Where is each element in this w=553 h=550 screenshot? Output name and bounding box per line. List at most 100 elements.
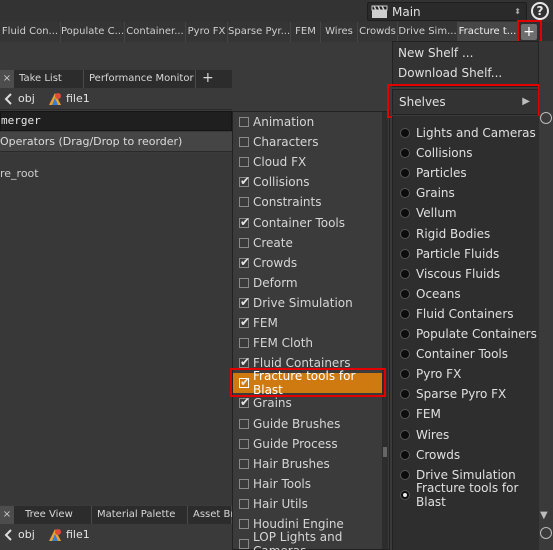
shelf-set-item[interactable]: Grains — [393, 183, 538, 203]
dropdown-arrow-icon[interactable]: ▼ — [540, 510, 548, 521]
checklist-item[interactable]: Constraints — [233, 192, 383, 212]
tab-material-palette[interactable]: Material Palette — [92, 506, 188, 524]
shelf-set-item[interactable]: Populate Containers — [393, 324, 538, 344]
checklist-item[interactable]: Animation — [233, 112, 383, 132]
shelf-tab-active[interactable]: Fracture t... — [458, 22, 518, 42]
checklist-item[interactable]: FEM Cloth — [233, 333, 383, 353]
checkbox-icon[interactable] — [239, 478, 249, 489]
radio-icon[interactable] — [400, 389, 410, 400]
shelf-set-item[interactable]: Rigid Bodies — [393, 224, 538, 244]
shelf-set-item[interactable]: Container Tools — [393, 344, 538, 364]
checkbox-icon[interactable] — [239, 539, 249, 550]
shelf-tab[interactable]: Crowds — [358, 22, 398, 42]
radio-icon[interactable] — [400, 228, 410, 239]
tab-asset-browser[interactable]: Asset Bro — [188, 506, 240, 524]
checkbox-checked-icon[interactable]: ✔ — [239, 175, 250, 188]
shelf-set-item[interactable]: Particles — [393, 163, 538, 183]
help-button[interactable]: ? — [531, 2, 549, 20]
radio-icon[interactable] — [400, 308, 410, 319]
checkbox-icon[interactable] — [239, 338, 249, 349]
radio-icon[interactable] — [400, 329, 410, 339]
shelf-set-item[interactable]: FEM — [393, 404, 538, 424]
shelf-set-item[interactable]: Oceans — [393, 284, 538, 304]
radio-icon[interactable] — [400, 268, 410, 279]
checklist-item[interactable]: ✔ Grains — [233, 393, 383, 413]
shelf-set-item[interactable]: Crowds — [393, 445, 538, 465]
checkbox-icon[interactable] — [239, 418, 249, 429]
radio-icon[interactable] — [400, 429, 410, 440]
checkbox-icon[interactable] — [239, 438, 249, 449]
checkbox-checked-icon[interactable]: ✔ — [239, 356, 250, 369]
checklist-item[interactable]: Cloud FX — [233, 152, 383, 172]
shelf-set-item[interactable]: Fluid Containers — [393, 304, 538, 324]
checklist-item[interactable]: Guide Brushes — [233, 414, 383, 434]
radio-icon[interactable] — [400, 148, 410, 159]
checkbox-icon[interactable] — [239, 498, 249, 509]
new-shelf-menu-item[interactable]: New Shelf ... — [393, 43, 538, 63]
desk-selector[interactable]: Main ⬍ — [367, 2, 527, 21]
radio-icon[interactable] — [400, 349, 410, 360]
shelves-menu-item[interactable]: Shelves ▶ — [392, 89, 539, 115]
settings-circle-icon[interactable] — [540, 112, 552, 124]
radio-icon[interactable] — [400, 128, 410, 138]
shelf-tab[interactable]: Fluid Con... — [0, 22, 61, 42]
checkbox-icon[interactable] — [239, 237, 249, 248]
radio-icon[interactable] — [400, 208, 410, 219]
add-shelf-button[interactable]: + — [521, 24, 537, 40]
checklist-item[interactable]: ✔ Drive Simulation — [233, 293, 383, 313]
operator-search-input[interactable]: merger — [0, 111, 232, 131]
checklist-item[interactable]: ✔ Crowds — [233, 253, 383, 273]
checklist-scrollbar[interactable] — [382, 112, 388, 549]
checklist-item-highlighted[interactable]: ✔ Fracture tools for Blast — [233, 369, 383, 397]
shelf-set-item-selected[interactable]: Fracture tools for Blast — [393, 481, 538, 509]
shelf-tab[interactable]: Wires — [321, 22, 358, 42]
radio-selected-icon[interactable] — [400, 489, 410, 500]
checkbox-checked-icon[interactable]: ✔ — [239, 396, 250, 409]
add-pane-tab-button[interactable]: + — [197, 70, 215, 88]
radio-icon[interactable] — [400, 369, 410, 380]
shelf-set-item[interactable]: Wires — [393, 425, 538, 445]
checklist-item[interactable]: LOP Lights and Cameras — [233, 530, 383, 550]
checkbox-checked-icon[interactable]: ✔ — [239, 316, 250, 328]
checkbox-icon[interactable] — [239, 519, 249, 529]
back-arrow-icon[interactable] — [3, 528, 13, 542]
radio-icon[interactable] — [400, 449, 410, 460]
checkbox-icon[interactable] — [239, 117, 249, 127]
shelf-set-item[interactable]: Particle Fluids — [393, 244, 538, 264]
close-icon[interactable]: × — [0, 70, 14, 88]
checkbox-checked-icon[interactable]: ✔ — [239, 296, 250, 308]
path-file[interactable]: file1 — [66, 92, 90, 105]
path-obj[interactable]: obj — [18, 528, 35, 541]
checkbox-icon[interactable] — [239, 137, 249, 148]
checkbox-checked-icon[interactable]: ✔ — [239, 376, 250, 389]
shelf-tab[interactable]: Populate C... — [61, 22, 125, 42]
tab-take-list[interactable]: Take List — [14, 70, 84, 88]
checklist-item[interactable]: Hair Brushes — [233, 454, 383, 474]
checkbox-icon[interactable] — [239, 277, 249, 288]
checklist-item[interactable]: ✔ FEM — [233, 313, 383, 333]
shelf-tab[interactable]: FEM — [291, 22, 321, 42]
list-item[interactable]: re_root — [0, 167, 39, 180]
checklist-item[interactable]: Characters — [233, 132, 383, 152]
radio-icon[interactable] — [400, 188, 410, 199]
radio-icon[interactable] — [400, 288, 410, 299]
shelf-set-item[interactable]: Collisions — [393, 143, 538, 163]
settings-circle-icon[interactable] — [540, 527, 552, 539]
checkbox-checked-icon[interactable]: ✔ — [239, 216, 250, 228]
tab-performance-monitor[interactable]: Performance Monitor — [84, 70, 196, 88]
radio-icon[interactable] — [400, 469, 410, 480]
shelf-set-item[interactable]: Vellum — [393, 203, 538, 223]
checkbox-checked-icon[interactable]: ✔ — [239, 256, 250, 268]
radio-icon[interactable] — [400, 409, 410, 420]
shelf-set-item[interactable]: Lights and Cameras — [393, 123, 538, 143]
shelf-tab[interactable]: Container... — [125, 22, 186, 42]
shelf-set-item[interactable]: Sparse Pyro FX — [393, 384, 538, 404]
radio-icon[interactable] — [400, 248, 410, 259]
close-icon[interactable]: × — [0, 506, 14, 524]
checklist-item[interactable]: Hair Tools — [233, 474, 383, 494]
shelf-set-item[interactable]: Viscous Fluids — [393, 264, 538, 284]
checklist-item[interactable]: ✔ Container Tools — [233, 213, 383, 233]
checklist-item[interactable]: ✔ Collisions — [233, 172, 383, 192]
download-shelf-menu-item[interactable]: Download Shelf... — [393, 63, 538, 83]
path-file[interactable]: file1 — [66, 528, 90, 541]
